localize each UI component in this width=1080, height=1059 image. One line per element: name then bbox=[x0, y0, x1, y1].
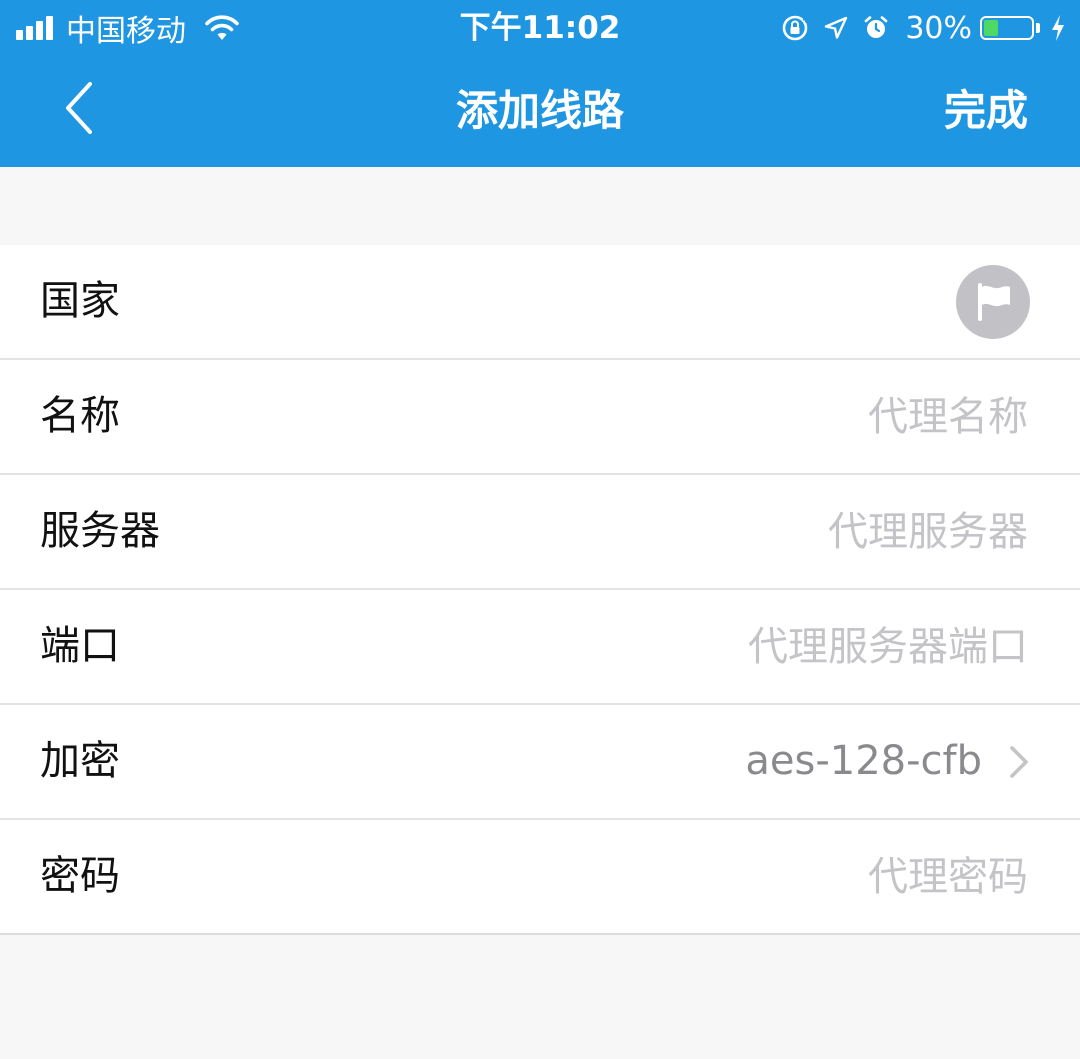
name-row: 名称 bbox=[0, 360, 1080, 475]
charging-bolt-icon bbox=[1052, 15, 1064, 41]
status-right: 30% bbox=[767, 8, 1066, 48]
port-input[interactable] bbox=[468, 618, 1028, 676]
country-flag-button[interactable] bbox=[956, 265, 1030, 339]
encryption-value: aes-128-cfb bbox=[745, 738, 982, 784]
country-row[interactable]: 国家 bbox=[0, 245, 1080, 360]
done-button[interactable]: 完成 bbox=[944, 84, 1028, 138]
chevron-right-icon bbox=[1010, 746, 1028, 778]
server-label: 服务器 bbox=[40, 508, 160, 554]
battery-level-fill bbox=[984, 20, 998, 36]
server-row: 服务器 bbox=[0, 475, 1080, 590]
add-route-screen: 中国移动 下午11:02 30% 添加线路 完成 国家 名称 代理名称 服务器 … bbox=[0, 0, 1080, 1059]
status-bar: 中国移动 下午11:02 30% bbox=[0, 0, 1080, 54]
name-label: 名称 bbox=[40, 393, 120, 439]
country-label: 国家 bbox=[40, 278, 120, 324]
back-button[interactable] bbox=[56, 80, 106, 136]
password-row: 密码 bbox=[0, 820, 1080, 933]
navigation-bar: 添加线路 完成 bbox=[0, 54, 1080, 167]
header: 中国移动 下午11:02 30% 添加线路 完成 bbox=[0, 0, 1080, 167]
battery-icon bbox=[980, 16, 1034, 40]
battery-tip bbox=[1036, 23, 1040, 33]
alarm-clock-icon bbox=[865, 16, 888, 38]
battery-percent: 30% bbox=[905, 10, 972, 46]
port-row: 端口 bbox=[0, 590, 1080, 705]
orientation-lock-icon bbox=[783, 15, 809, 41]
encryption-label: 加密 bbox=[40, 738, 120, 784]
password-input[interactable] bbox=[468, 848, 1028, 906]
port-label: 端口 bbox=[40, 623, 120, 669]
chevron-left-icon bbox=[66, 82, 92, 134]
encryption-row[interactable]: 加密 aes-128-cfb bbox=[0, 705, 1080, 820]
location-arrow-icon bbox=[825, 16, 848, 39]
page-title: 添加线路 bbox=[455, 86, 624, 135]
name-input[interactable] bbox=[468, 388, 1028, 446]
server-input[interactable] bbox=[468, 503, 1028, 561]
flag-icon bbox=[978, 283, 1010, 321]
password-label: 密码 bbox=[40, 853, 120, 899]
route-form: 国家 名称 服务器 端口 加密 aes-128-cfb bbox=[0, 245, 1080, 935]
